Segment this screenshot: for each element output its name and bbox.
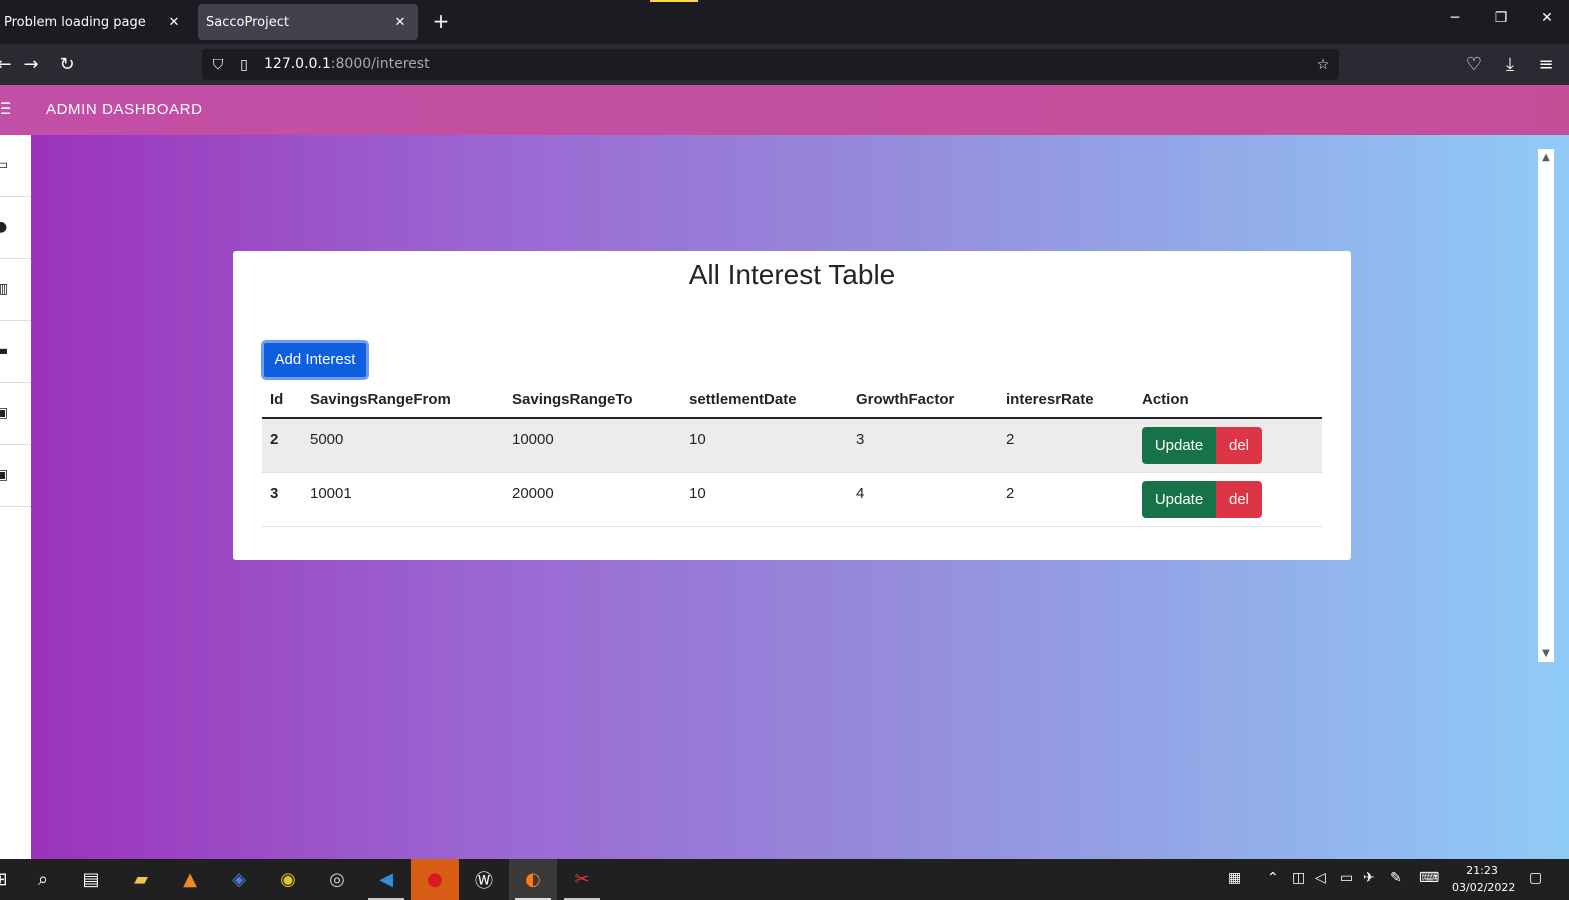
cell-action: Update del bbox=[1134, 418, 1322, 473]
close-icon[interactable]: ✕ bbox=[392, 15, 408, 30]
language-icon[interactable]: ▭ bbox=[1340, 870, 1353, 886]
tab-saccoproject[interactable]: SaccoProject ✕ bbox=[198, 4, 418, 40]
page-title: All Interest Table bbox=[688, 259, 896, 290]
sidebar-item-wallet-2[interactable]: ▣ bbox=[0, 445, 31, 507]
url-text[interactable]: 127.0.0.1:8000/interest bbox=[264, 56, 430, 72]
shield-icon[interactable]: ⛉ bbox=[208, 55, 228, 75]
table-row: 3 10001 20000 10 4 2 Update del bbox=[262, 472, 1322, 527]
interest-card: All Interest Table Add Interest Id Savin… bbox=[233, 251, 1351, 560]
menu-toggle-icon[interactable]: ☰ bbox=[0, 99, 10, 119]
keyboard-icon[interactable]: ⌨ bbox=[1419, 870, 1439, 886]
file-explorer-icon[interactable]: ▰ bbox=[117, 859, 165, 900]
scrollbar-track[interactable] bbox=[1538, 149, 1554, 662]
cell-id: 3 bbox=[262, 472, 302, 527]
firefox-icon[interactable]: ◐ bbox=[509, 859, 557, 900]
app-w-icon[interactable]: Ⓦ bbox=[460, 859, 508, 900]
column-header-settlement-date: settlementDate bbox=[681, 382, 848, 419]
download-icon[interactable]: ⤓ bbox=[1498, 53, 1522, 77]
delete-button[interactable]: del bbox=[1216, 427, 1262, 464]
hamburger-menu-icon[interactable]: ≡ bbox=[1534, 53, 1558, 77]
cell-savings-to: 10000 bbox=[504, 418, 681, 473]
scroll-up-icon[interactable]: ▲ bbox=[1538, 151, 1554, 165]
cell-savings-from: 10001 bbox=[302, 472, 504, 527]
new-tab-button[interactable]: + bbox=[430, 10, 452, 32]
interest-table: Id SavingsRangeFrom SavingsRangeTo settl… bbox=[262, 382, 1322, 527]
restore-button[interactable]: ❐ bbox=[1489, 10, 1513, 26]
notification-icon[interactable]: ▢ bbox=[1529, 870, 1542, 886]
address-bar[interactable]: ⛉ ▯ 127.0.0.1:8000/interest ☆ bbox=[202, 49, 1339, 80]
table-header-row: Id SavingsRangeFrom SavingsRangeTo settl… bbox=[262, 382, 1322, 419]
monitor-icon: ▭ bbox=[0, 157, 9, 173]
media-icon[interactable]: ◎ bbox=[313, 859, 361, 900]
sidebar-item-money[interactable]: ▬ bbox=[0, 321, 31, 383]
chrome-icon[interactable]: ◉ bbox=[264, 859, 312, 900]
news-icon[interactable]: ▦ bbox=[1228, 870, 1241, 886]
sidebar-item-wallet[interactable]: ▣ bbox=[0, 383, 31, 445]
column-header-savings-to: SavingsRangeTo bbox=[504, 382, 681, 419]
reload-icon[interactable]: ↻ bbox=[55, 53, 79, 77]
system-clock[interactable]: 21:23 03/02/2022 bbox=[1452, 862, 1515, 896]
tab-indicator bbox=[650, 0, 698, 2]
cell-growth-factor: 4 bbox=[848, 472, 998, 527]
sidebar-item-bank[interactable]: ▥ bbox=[0, 259, 31, 321]
money-icon: ▬ bbox=[0, 343, 9, 359]
cell-settlement-date: 10 bbox=[681, 472, 848, 527]
app-icon[interactable]: ◈ bbox=[215, 859, 263, 900]
bank-icon: ▥ bbox=[0, 281, 9, 297]
scroll-down-icon[interactable]: ▼ bbox=[1538, 647, 1554, 661]
cell-interest-rate: 2 bbox=[998, 472, 1134, 527]
users-icon: ● bbox=[0, 219, 8, 235]
cell-action: Update del bbox=[1134, 472, 1322, 527]
column-header-growth-factor: GrowthFactor bbox=[848, 382, 998, 419]
table-row: 2 5000 10000 10 3 2 Update del bbox=[262, 418, 1322, 473]
cell-interest-rate: 2 bbox=[998, 418, 1134, 473]
wallet-icon: ▣ bbox=[0, 467, 9, 483]
vlc-icon[interactable]: ▲ bbox=[166, 859, 214, 900]
power-icon[interactable]: ◫ bbox=[1292, 870, 1305, 886]
column-header-id: Id bbox=[262, 382, 302, 419]
cell-growth-factor: 3 bbox=[848, 418, 998, 473]
browser-tab-bar: Problem loading page ✕ SaccoProject ✕ + … bbox=[0, 0, 1569, 44]
airplane-icon[interactable]: ✈ bbox=[1363, 870, 1375, 886]
cell-savings-to: 20000 bbox=[504, 472, 681, 527]
app-title: ADMIN DASHBOARD bbox=[46, 101, 203, 118]
cell-savings-from: 5000 bbox=[302, 418, 504, 473]
vscode-icon[interactable]: ◀ bbox=[362, 859, 410, 900]
sidebar-item-dashboard[interactable]: ▭ bbox=[0, 135, 31, 197]
column-header-action: Action bbox=[1134, 382, 1322, 419]
bookmark-star-icon[interactable]: ☆ bbox=[1313, 55, 1333, 75]
pocket-icon[interactable]: ♡ bbox=[1462, 53, 1486, 77]
snipping-tool-icon[interactable]: ✂ bbox=[558, 859, 606, 900]
update-button[interactable]: Update bbox=[1142, 427, 1216, 464]
forward-arrow-icon[interactable]: → bbox=[19, 53, 43, 77]
update-button[interactable]: Update bbox=[1142, 480, 1216, 518]
task-view-icon[interactable]: ▤ bbox=[67, 859, 115, 900]
cell-settlement-date: 10 bbox=[681, 418, 848, 473]
column-header-savings-from: SavingsRangeFrom bbox=[302, 382, 504, 419]
page-viewport: ☰ ADMIN DASHBOARD ▭ ● ▥ ▬ ▣ ▣ ▲ ▼ All In… bbox=[0, 85, 1569, 859]
opera-icon[interactable]: ● bbox=[411, 859, 459, 900]
os-taskbar: ⊞ ⌕ ▤ ▰ ▲ ◈ ◉ ◎ ◀ ● Ⓦ ◐ ✂ ▦ ⌃ ◫ ◁ ▭ ✈ ✎ … bbox=[0, 859, 1569, 900]
minimize-button[interactable]: ─ bbox=[1443, 10, 1467, 26]
column-header-interest-rate: interesrRate bbox=[998, 382, 1134, 419]
delete-button[interactable]: del bbox=[1216, 480, 1262, 518]
back-arrow-icon[interactable]: ← bbox=[0, 53, 16, 77]
page-icon[interactable]: ▯ bbox=[234, 55, 254, 75]
sidebar-item-members[interactable]: ● bbox=[0, 197, 31, 259]
volume-icon[interactable]: ◁ bbox=[1315, 870, 1326, 886]
sidebar: ▭ ● ▥ ▬ ▣ ▣ bbox=[0, 135, 31, 859]
add-interest-button[interactable]: Add Interest bbox=[261, 340, 369, 380]
tab-problem-loading[interactable]: Problem loading page ✕ bbox=[0, 4, 192, 40]
pen-icon[interactable]: ✎ bbox=[1390, 870, 1402, 886]
cell-id: 2 bbox=[262, 418, 302, 473]
wallet-icon: ▣ bbox=[0, 405, 9, 421]
search-icon[interactable]: ⌕ bbox=[19, 859, 67, 900]
window-close-button[interactable]: ✕ bbox=[1535, 10, 1559, 26]
close-icon[interactable]: ✕ bbox=[166, 15, 182, 30]
app-header: ☰ ADMIN DASHBOARD bbox=[0, 85, 1569, 135]
chevron-up-icon[interactable]: ⌃ bbox=[1267, 870, 1279, 886]
